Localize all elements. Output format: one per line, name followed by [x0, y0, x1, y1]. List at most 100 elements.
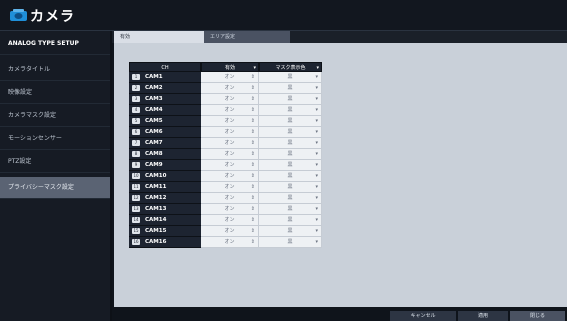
chevron-down-icon: ▾ — [315, 96, 318, 102]
mask-color-select[interactable]: 黒 ▾ — [259, 72, 322, 83]
stepper-arrows-icon: ⇕ — [250, 206, 255, 212]
enable-select[interactable]: オン ⇕ — [201, 116, 259, 127]
tab-enable[interactable]: 有効 — [114, 31, 204, 43]
mask-color-select[interactable]: 黒 ▾ — [259, 182, 322, 193]
tab-area-settings[interactable]: エリア設定 — [204, 31, 290, 43]
chevron-down-icon: ▾ — [315, 140, 318, 146]
camera-number-badge: 6 — [132, 129, 140, 135]
apply-button[interactable]: 適用 — [458, 311, 508, 321]
enable-value: オン — [224, 151, 235, 157]
stepper-arrows-icon: ⇕ — [250, 228, 255, 234]
mask-color-select[interactable]: 黒 ▾ — [259, 171, 322, 182]
column-header-mask-color[interactable]: マスク表示色 ▾ — [259, 62, 322, 72]
enable-select[interactable]: オン ⇕ — [201, 94, 259, 105]
camera-cell: 11 CAM11 — [129, 182, 201, 193]
camera-label: CAM15 — [145, 228, 167, 234]
mask-color-select[interactable]: 黒 ▾ — [259, 215, 322, 226]
camera-cell: 14 CAM14 — [129, 215, 201, 226]
table-row: 6 CAM6 オン ⇕ 黒 ▾ — [129, 127, 322, 138]
enable-select[interactable]: オン ⇕ — [201, 149, 259, 160]
mask-color-value: 黒 — [287, 140, 293, 146]
enable-select[interactable]: オン ⇕ — [201, 138, 259, 149]
enable-select[interactable]: オン ⇕ — [201, 105, 259, 116]
cancel-button[interactable]: キャンセル — [390, 311, 456, 321]
sidebar-item-motion-sensor[interactable]: モーションセンサー — [0, 128, 110, 150]
camera-label: CAM6 — [145, 129, 163, 135]
enable-select[interactable]: オン ⇕ — [201, 171, 259, 182]
stepper-arrows-icon: ⇕ — [250, 217, 255, 223]
camera-cell: 6 CAM6 — [129, 127, 201, 138]
camera-label: CAM13 — [145, 206, 167, 212]
table-row: 5 CAM5 オン ⇕ 黒 ▾ — [129, 116, 322, 127]
mask-color-select[interactable]: 黒 ▾ — [259, 149, 322, 160]
column-header-mask-color-label: マスク表示色 — [275, 65, 306, 71]
chevron-down-icon: ▾ — [315, 195, 318, 201]
enable-value: オン — [224, 184, 235, 190]
stepper-arrows-icon: ⇕ — [250, 74, 255, 80]
mask-color-select[interactable]: 黒 ▾ — [259, 83, 322, 94]
sidebar-item-camera-mask[interactable]: カメラマスク設定 — [0, 105, 110, 127]
enable-select[interactable]: オン ⇕ — [201, 215, 259, 226]
mask-color-select[interactable]: 黒 ▾ — [259, 237, 322, 248]
camera-number-badge: 1 — [132, 74, 140, 80]
enable-select[interactable]: オン ⇕ — [201, 127, 259, 138]
enable-select[interactable]: オン ⇕ — [201, 182, 259, 193]
enable-value: オン — [224, 228, 235, 234]
mask-color-select[interactable]: 黒 ▾ — [259, 204, 322, 215]
enable-value: オン — [224, 118, 235, 124]
enable-select[interactable]: オン ⇕ — [201, 193, 259, 204]
mask-color-select[interactable]: 黒 ▾ — [259, 226, 322, 237]
stepper-arrows-icon: ⇕ — [250, 151, 255, 157]
mask-color-select[interactable]: 黒 ▾ — [259, 116, 322, 127]
mask-color-select[interactable]: 黒 ▾ — [259, 138, 322, 149]
table-row: 16 CAM16 オン ⇕ 黒 ▾ — [129, 237, 322, 248]
enable-select[interactable]: オン ⇕ — [201, 72, 259, 83]
camera-cell: 2 CAM2 — [129, 83, 201, 94]
mask-color-select[interactable]: 黒 ▾ — [259, 127, 322, 138]
sidebar-item-ptz[interactable]: PTZ設定 — [0, 151, 110, 173]
mask-color-value: 黒 — [287, 228, 293, 234]
camera-cell: 3 CAM3 — [129, 94, 201, 105]
enable-select[interactable]: オン ⇕ — [201, 204, 259, 215]
enable-select[interactable]: オン ⇕ — [201, 237, 259, 248]
stepper-arrows-icon: ⇕ — [250, 107, 255, 113]
close-button[interactable]: 閉じる — [510, 311, 565, 321]
mask-color-select[interactable]: 黒 ▾ — [259, 193, 322, 204]
camera-cell: 13 CAM13 — [129, 204, 201, 215]
main-content: 有効 エリア設定 CH 有効 ▾ マスク表示色 ▾ 1 CAM1 オン ⇕ 黒 ▾ 2 CAM2 オ… — [112, 31, 567, 321]
camera-number-badge: 10 — [132, 173, 140, 179]
camera-cell: 1 CAM1 — [129, 72, 201, 83]
table-row: 2 CAM2 オン ⇕ 黒 ▾ — [129, 83, 322, 94]
sidebar-item-image-settings[interactable]: 映像設定 — [0, 82, 110, 104]
camera-number-badge: 9 — [132, 162, 140, 168]
mask-color-select[interactable]: 黒 ▾ — [259, 94, 322, 105]
column-header-ch: CH — [129, 62, 201, 72]
chevron-down-icon: ▾ — [315, 217, 318, 223]
window-title: カメラ — [30, 9, 75, 25]
mask-color-select[interactable]: 黒 ▾ — [259, 105, 322, 116]
camera-number-badge: 13 — [132, 206, 140, 212]
mask-color-value: 黒 — [287, 184, 293, 190]
camera-number-badge: 3 — [132, 96, 140, 102]
mask-color-select[interactable]: 黒 ▾ — [259, 160, 322, 171]
sidebar-item-camera-title[interactable]: カメラタイトル — [0, 59, 110, 81]
enable-value: オン — [224, 162, 235, 168]
camera-number-badge: 4 — [132, 107, 140, 113]
column-header-enable[interactable]: 有効 ▾ — [201, 62, 259, 72]
table-row: 12 CAM12 オン ⇕ 黒 ▾ — [129, 193, 322, 204]
enable-select[interactable]: オン ⇕ — [201, 226, 259, 237]
camera-label: CAM2 — [145, 85, 163, 91]
mask-color-value: 黒 — [287, 151, 293, 157]
sidebar-item-privacy-mask[interactable]: プライバシーマスク設定 — [0, 177, 110, 199]
sidebar: ANALOG TYPE SETUP カメラタイトル 映像設定 カメラマスク設定 … — [0, 31, 110, 321]
camera-icon — [10, 9, 27, 21]
enable-select[interactable]: オン ⇕ — [201, 83, 259, 94]
camera-label: CAM5 — [145, 118, 163, 124]
table-row: 1 CAM1 オン ⇕ 黒 ▾ — [129, 72, 322, 83]
chevron-down-icon: ▾ — [315, 184, 318, 190]
mask-color-value: 黒 — [287, 74, 293, 80]
chevron-down-icon: ▾ — [315, 151, 318, 157]
camera-cell: 5 CAM5 — [129, 116, 201, 127]
enable-select[interactable]: オン ⇕ — [201, 160, 259, 171]
enable-value: オン — [224, 85, 235, 91]
